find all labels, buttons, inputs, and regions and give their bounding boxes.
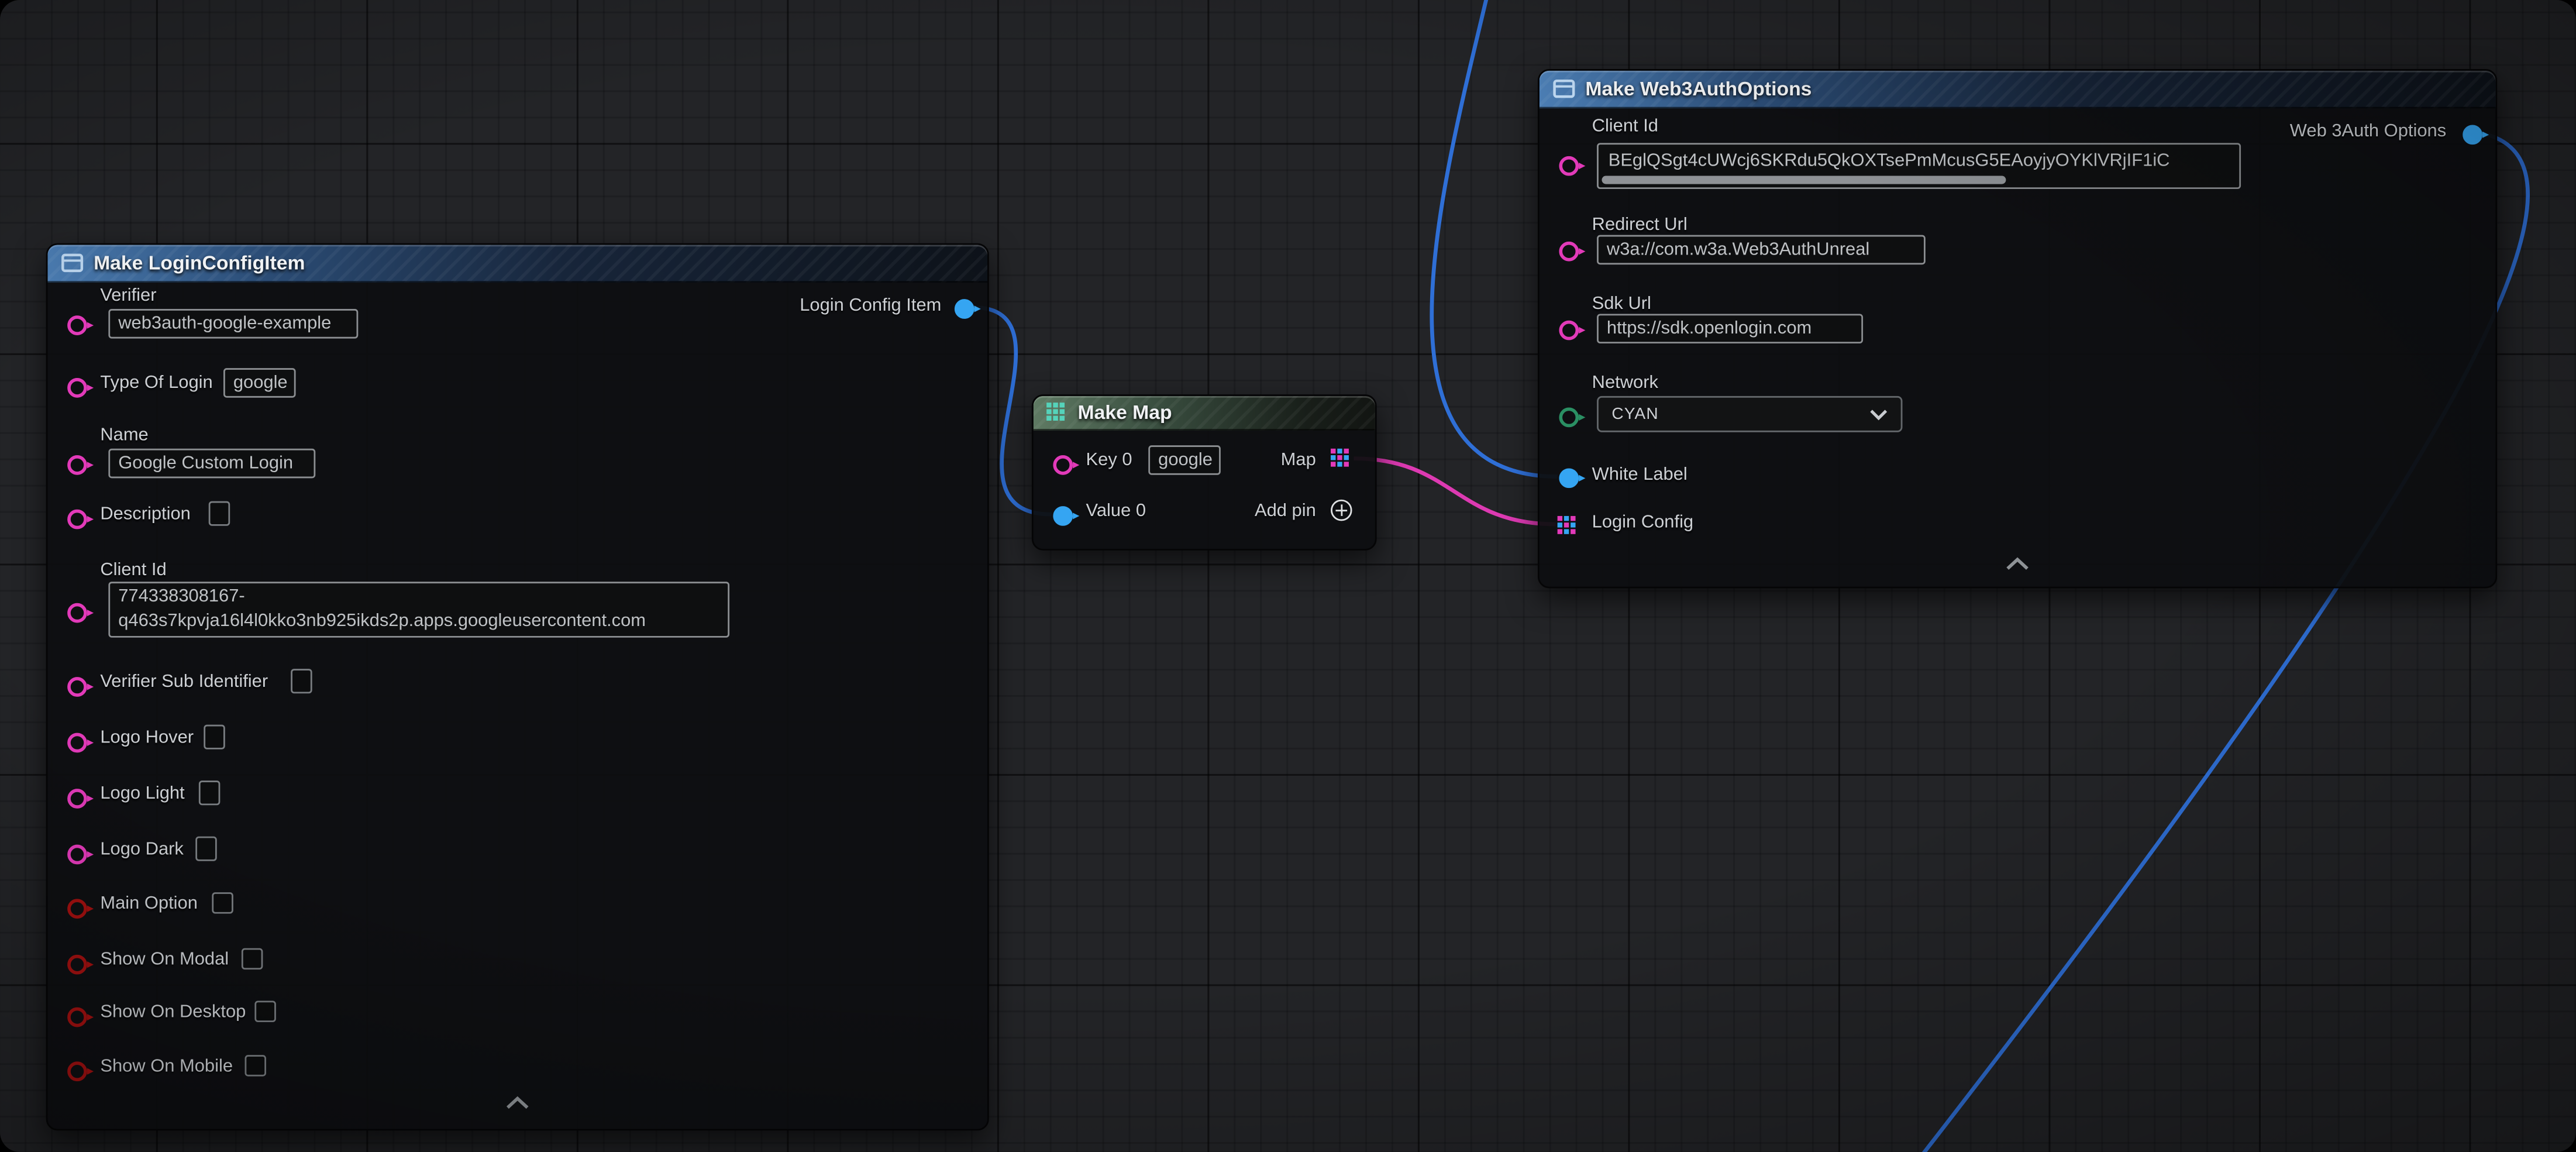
node-title: Make LoginConfigItem: [94, 252, 305, 274]
blueprint-canvas[interactable]: Make LoginConfigItem Login Config Item V…: [0, 0, 2576, 1152]
pin-label-show-on-mobile: Show On Mobile: [100, 1057, 233, 1077]
output-label-web3auth-options: Web 3Auth Options: [2290, 122, 2446, 142]
node-title: Make Map: [1078, 401, 1172, 424]
collapse-chevron-icon[interactable]: [504, 1096, 531, 1109]
name-input[interactable]: Google Custom Login: [108, 449, 315, 479]
wire-map-to-loginconfig[interactable]: [1354, 459, 1555, 524]
show-on-mobile-checkbox[interactable]: [244, 1055, 266, 1077]
pin-label-show-on-modal: Show On Modal: [100, 950, 229, 969]
chevron-down-icon: [1869, 408, 1888, 420]
description-input[interactable]: [209, 501, 230, 526]
make-struct-icon: [61, 253, 84, 273]
pin-label-verifier-sub-identifier: Verifier Sub Identifier: [100, 672, 268, 692]
pin-logo-dark[interactable]: [67, 845, 87, 865]
pin-label-logo-dark: Logo Dark: [100, 840, 184, 859]
output-label-map: Map: [1281, 451, 1316, 470]
client-id-input[interactable]: 774338308167-q463s7kpvja16l4l0kko3nb925i…: [108, 582, 729, 637]
pin-label-sdk-url: Sdk Url: [1592, 294, 1651, 314]
sdk-url-input[interactable]: https://sdk.openlogin.com: [1597, 314, 1863, 343]
output-pin-web3auth-options[interactable]: [2463, 125, 2482, 145]
network-dropdown[interactable]: CYAN: [1597, 396, 1902, 432]
logo-hover-input[interactable]: [204, 725, 225, 749]
pin-logo-light[interactable]: [67, 789, 87, 809]
node-header-make-map[interactable]: Make Map: [1034, 396, 1375, 431]
pin-login-config-map-icon[interactable]: [1558, 516, 1579, 538]
client-id-hscrollbar[interactable]: [1602, 176, 2006, 184]
add-pin-icon[interactable]: [1331, 500, 1352, 521]
pin-label-redirect-url: Redirect Url: [1592, 215, 1688, 235]
pin-name[interactable]: [67, 455, 87, 475]
pin-label-value-0: Value 0: [1086, 501, 1146, 521]
pin-label-description: Description: [100, 504, 191, 524]
output-label-login-config-item: Login Config Item: [800, 296, 941, 316]
node-make-loginconfigitem[interactable]: Make LoginConfigItem Login Config Item V…: [46, 243, 989, 1131]
pin-key-0[interactable]: [1053, 455, 1073, 475]
pin-value-0[interactable]: [1053, 506, 1073, 526]
show-on-modal-checkbox[interactable]: [242, 948, 263, 970]
pin-label-logo-light: Logo Light: [100, 784, 184, 804]
pin-label-client-id: Client Id: [1592, 116, 1658, 136]
pin-type-of-login[interactable]: [67, 378, 87, 398]
redirect-url-input[interactable]: w3a://com.w3a.Web3AuthUnreal: [1597, 235, 1926, 265]
type-of-login-input[interactable]: google: [223, 368, 296, 398]
output-pin-login-config-item[interactable]: [955, 299, 974, 319]
verifier-input[interactable]: web3auth-google-example: [108, 309, 358, 339]
pin-label-login-config: Login Config: [1592, 513, 1694, 532]
pin-verifier[interactable]: [67, 315, 87, 335]
pin-label-client-id: Client Id: [100, 560, 166, 580]
collapse-chevron-icon[interactable]: [2005, 557, 2031, 570]
pin-label-show-on-desktop: Show On Desktop: [100, 1002, 246, 1022]
output-pin-map-icon[interactable]: [1331, 449, 1352, 470]
pin-main-option[interactable]: [67, 899, 87, 919]
pin-show-on-modal[interactable]: [67, 955, 87, 975]
logo-light-input[interactable]: [199, 780, 221, 805]
node-title: Make Web3AuthOptions: [1585, 77, 1812, 100]
node-make-map[interactable]: Make Map Key 0 google Map Value 0 Add pi…: [1032, 394, 1377, 551]
pin-client-id[interactable]: [1559, 156, 1579, 176]
node-make-web3authoptions[interactable]: Make Web3AuthOptions Web 3Auth Options C…: [1538, 69, 2497, 589]
show-on-desktop-checkbox[interactable]: [254, 1000, 276, 1022]
pin-label-name: Name: [100, 425, 148, 445]
pin-label-logo-hover: Logo Hover: [100, 728, 194, 748]
node-header-make-loginconfigitem[interactable]: Make LoginConfigItem: [47, 245, 987, 283]
pin-verifier-sub-identifier[interactable]: [67, 677, 87, 697]
pin-description[interactable]: [67, 510, 87, 529]
logo-dark-input[interactable]: [195, 837, 217, 861]
pin-label-key-0: Key 0: [1086, 451, 1132, 470]
pin-label-network: Network: [1592, 373, 1658, 393]
pin-label-verifier: Verifier: [100, 286, 156, 306]
pin-redirect-url[interactable]: [1559, 242, 1579, 262]
pin-client-id[interactable]: [67, 603, 87, 623]
verifier-sub-identifier-input[interactable]: [291, 669, 312, 693]
pin-network[interactable]: [1559, 408, 1579, 428]
pin-show-on-desktop[interactable]: [67, 1007, 87, 1027]
pin-sdk-url[interactable]: [1559, 321, 1579, 341]
pin-white-label[interactable]: [1559, 468, 1579, 488]
key-0-input[interactable]: google: [1148, 445, 1221, 475]
pin-label-type-of-login: Type Of Login: [100, 373, 212, 393]
pin-show-on-mobile[interactable]: [67, 1061, 87, 1081]
pin-label-main-option: Main Option: [100, 894, 198, 914]
client-id-input[interactable]: BEglQSgt4cUWcj6SKRdu5QkOXTsePmMcusG5EAoy…: [1597, 143, 2241, 189]
make-struct-icon: [1552, 79, 1575, 99]
main-option-checkbox[interactable]: [212, 892, 233, 914]
pin-label-white-label: White Label: [1592, 465, 1688, 485]
client-id-input-text: BEglQSgt4cUWcj6SKRdu5QkOXTsePmMcusG5EAoy…: [1599, 145, 2239, 173]
network-dropdown-value: CYAN: [1611, 405, 1658, 423]
node-header-make-web3authoptions[interactable]: Make Web3AuthOptions: [1540, 71, 2496, 109]
make-map-icon: [1046, 402, 1068, 424]
pin-logo-hover[interactable]: [67, 733, 87, 753]
add-pin-label: Add pin: [1255, 501, 1316, 521]
